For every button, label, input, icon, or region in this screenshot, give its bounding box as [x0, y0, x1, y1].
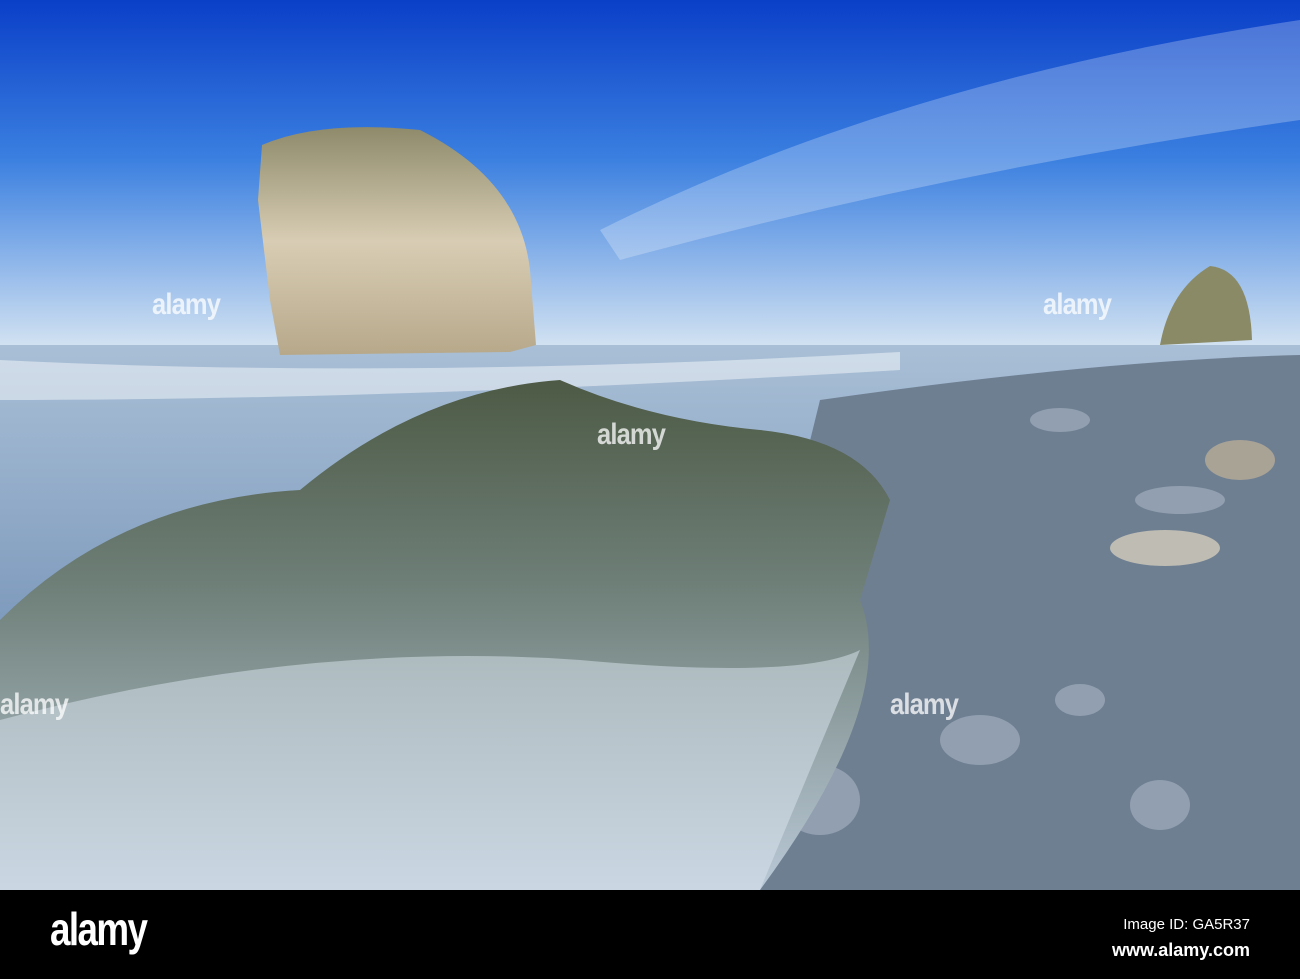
watermark-text: alamy	[152, 288, 221, 321]
watermark-text: alamy	[890, 688, 959, 721]
coastal-sea-stack-photo: alamy alamy alamy alamy alamy	[0, 0, 1300, 890]
watermark-text: alamy	[0, 688, 69, 721]
image-id: Image ID: GA5R37	[1123, 916, 1250, 933]
footer-bar: alamy Image ID: GA5R37 www.alamy.com	[0, 890, 1300, 979]
site-url[interactable]: www.alamy.com	[1112, 940, 1250, 961]
watermark-text: alamy	[1043, 288, 1112, 321]
stock-photo-page: alamy alamy alamy alamy alamy alamy Imag…	[0, 0, 1300, 979]
alamy-logo[interactable]: alamy	[50, 902, 148, 956]
watermark-text: alamy	[597, 418, 666, 451]
